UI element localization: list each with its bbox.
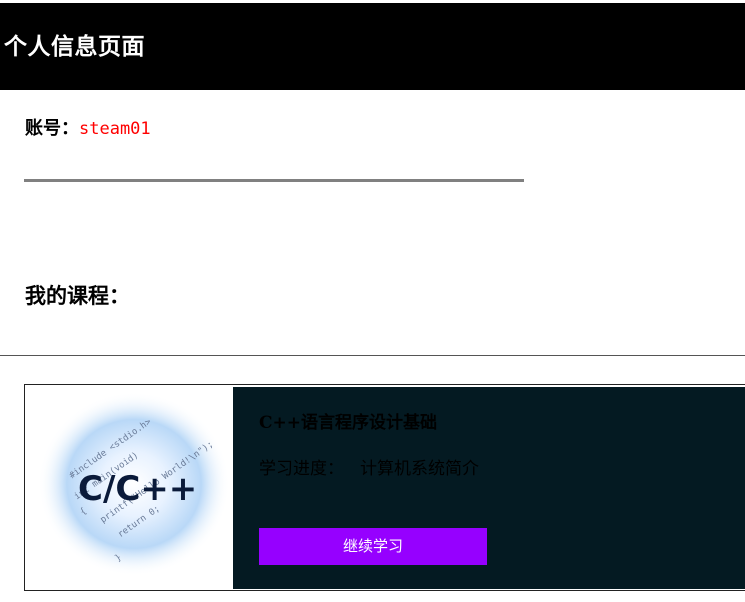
profile-page: 个人信息页面 账号：steam01 我的课程： #include <stdio.…: [0, 0, 745, 602]
account-label: 账号：: [25, 118, 79, 139]
page-header: 个人信息页面: [0, 3, 745, 90]
account-value: steam01: [79, 119, 151, 139]
section-divider: [0, 355, 745, 356]
course-title[interactable]: C++语言程序设计基础: [259, 411, 437, 435]
cpp-logo-text: C/C++: [78, 469, 197, 509]
cpp-logo-image: #include <stdio.h> int main(void) { prin…: [38, 392, 230, 576]
course-card: #include <stdio.h> int main(void) { prin…: [24, 384, 745, 591]
account-row: 账号：steam01: [25, 117, 151, 141]
course-info-panel: C++语言程序设计基础 学习进度： 计算机系统简介 继续学习: [233, 387, 745, 589]
course-progress: 学习进度： 计算机系统简介: [259, 457, 479, 481]
continue-learning-button[interactable]: 继续学习: [259, 528, 487, 565]
page-title: 个人信息页面: [4, 33, 145, 60]
progress-label: 学习进度：: [259, 459, 344, 479]
courses-heading: 我的课程：: [25, 283, 130, 308]
progress-value: 计算机系统简介: [360, 459, 479, 479]
course-thumbnail[interactable]: #include <stdio.h> int main(void) { prin…: [26, 386, 233, 589]
account-divider: [24, 179, 524, 182]
